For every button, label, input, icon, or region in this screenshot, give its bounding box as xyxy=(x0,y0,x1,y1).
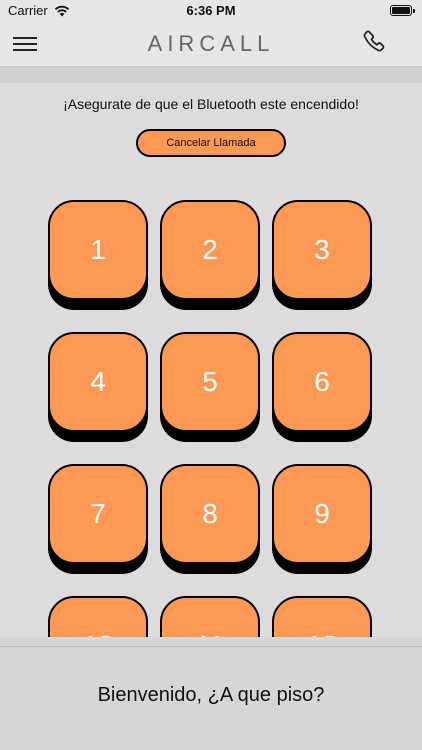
floor-key-10[interactable]: 10 xyxy=(48,596,148,637)
app-title: AIRCALL xyxy=(147,31,275,56)
floor-key-12[interactable]: 12 xyxy=(272,596,372,637)
cancel-call-button[interactable]: Cancelar Llamada xyxy=(136,129,286,157)
battery-icon xyxy=(390,5,415,16)
status-time: 6:36 PM xyxy=(186,3,236,18)
phone-icon[interactable] xyxy=(362,29,388,55)
floor-key-7[interactable]: 7 xyxy=(48,464,148,564)
floor-key-8[interactable]: 8 xyxy=(160,464,260,564)
footer: Bienvenido, ¿A que piso? xyxy=(0,637,422,750)
status-bar: Carrier 6:36 PM xyxy=(0,0,422,22)
floor-key-5[interactable]: 5 xyxy=(160,332,260,432)
floor-key-11[interactable]: 11 xyxy=(160,596,260,637)
floor-key-2[interactable]: 2 xyxy=(160,200,260,300)
floor-key-4[interactable]: 4 xyxy=(48,332,148,432)
bluetooth-notice: ¡Asegurate de que el Bluetooth este ence… xyxy=(63,96,359,112)
nav-bar: AIRCALL xyxy=(0,22,422,67)
floor-key-1[interactable]: 1 xyxy=(48,200,148,300)
floor-key-3[interactable]: 3 xyxy=(272,200,372,300)
footer-divider xyxy=(0,646,422,647)
welcome-message: Bienvenido, ¿A que piso? xyxy=(97,684,325,706)
floor-key-6[interactable]: 6 xyxy=(272,332,372,432)
main-content: ¡Asegurate de que el Bluetooth este ence… xyxy=(0,83,422,637)
floor-key-9[interactable]: 9 xyxy=(272,464,372,564)
header-separator xyxy=(0,67,422,83)
